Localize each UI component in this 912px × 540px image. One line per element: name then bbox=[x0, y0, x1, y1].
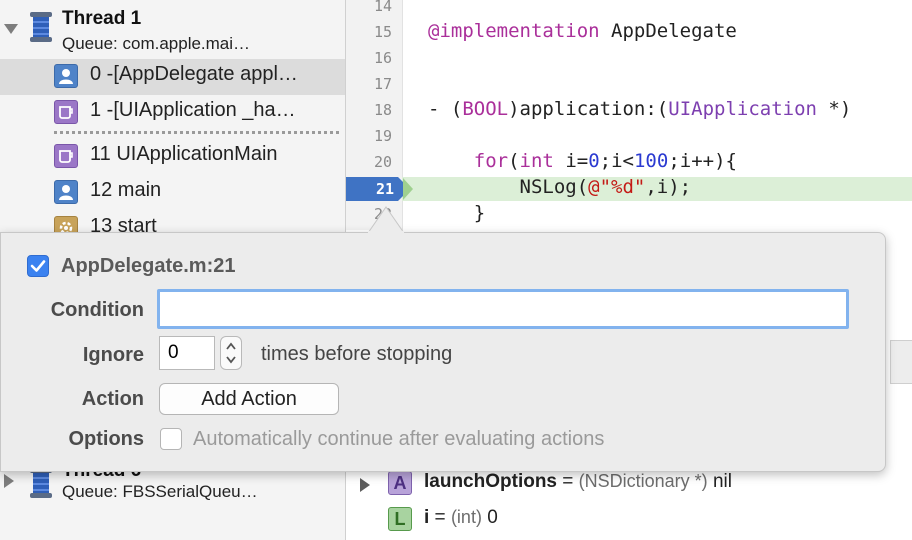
variable-value: 0 bbox=[481, 507, 498, 528]
variable-equals: = bbox=[557, 471, 579, 492]
line-number: 21 bbox=[375, 180, 394, 198]
checkmark-icon bbox=[30, 260, 46, 272]
user-code-icon bbox=[54, 64, 78, 88]
line-number: 16 bbox=[373, 49, 392, 67]
argument-badge-icon: A bbox=[388, 471, 412, 495]
thread-queue: Queue: com.apple.mai… bbox=[62, 34, 251, 53]
frame-label: 1 -[UIApplication _ha… bbox=[90, 99, 296, 121]
ignore-suffix-text: times before stopping bbox=[261, 343, 453, 365]
stack-frame-0[interactable]: 0 -[AppDelegate appl… bbox=[0, 59, 345, 95]
code-line-18[interactable]: - (BOOL)application:(UIApplication *) bbox=[428, 98, 851, 120]
auto-continue-label[interactable]: Automatically continue after evaluating … bbox=[193, 428, 604, 451]
add-action-button[interactable]: Add Action bbox=[159, 383, 339, 415]
line-number: 19 bbox=[373, 127, 392, 145]
thread-queue: Queue: FBSSerialQueu… bbox=[62, 482, 258, 501]
stack-frame-11[interactable]: 11 UIApplicationMain bbox=[0, 139, 345, 175]
variable-value: nil bbox=[707, 471, 732, 492]
code-line-22[interactable]: } bbox=[428, 202, 485, 224]
breakpoint-enabled-checkbox[interactable] bbox=[27, 255, 49, 277]
line-number: 15 bbox=[373, 23, 392, 41]
ignore-label: Ignore bbox=[82, 344, 144, 366]
code-line-20[interactable]: for(int i=0;i<100;i++){ bbox=[428, 150, 737, 172]
condition-label: Condition bbox=[50, 299, 144, 321]
frame-label: 12 main bbox=[90, 179, 162, 201]
variable-type: (NSDictionary *) bbox=[578, 471, 708, 491]
debug-bar-button[interactable] bbox=[890, 340, 912, 384]
disclosure-closed-icon[interactable] bbox=[4, 474, 14, 488]
stepper-arrows-icon bbox=[226, 342, 236, 364]
code-line-21[interactable]: NSLog(@"%d",i); bbox=[428, 176, 692, 198]
line-number: 20 bbox=[373, 153, 392, 171]
disclosure-open-icon[interactable] bbox=[4, 24, 18, 34]
breakpoint-location: AppDelegate.m:21 bbox=[61, 255, 236, 277]
stack-frame-1[interactable]: 1 -[UIApplication _ha… bbox=[0, 95, 345, 131]
stack-frame-12[interactable]: 12 main bbox=[0, 175, 345, 211]
disclosure-closed-icon[interactable] bbox=[360, 478, 370, 492]
popover-arrow-icon bbox=[368, 206, 404, 233]
line-number: 17 bbox=[373, 75, 392, 93]
collapsed-frames-divider[interactable] bbox=[54, 131, 339, 134]
local-badge-icon: L bbox=[388, 507, 412, 531]
auto-continue-checkbox[interactable] bbox=[160, 428, 182, 450]
thread-title: Thread 1 bbox=[62, 8, 142, 29]
action-label: Action bbox=[81, 388, 144, 410]
frame-label: 11 UIApplicationMain bbox=[90, 143, 278, 165]
line-number: 18 bbox=[373, 101, 392, 119]
line-number: 14 bbox=[373, 0, 392, 15]
breakpoint-editor-popover: AppDelegate.m:21 Condition Ignore times … bbox=[0, 232, 886, 472]
options-label: Options bbox=[68, 428, 144, 450]
variable-text: launchOptions = (NSDictionary *) nil bbox=[424, 471, 732, 493]
user-code-icon bbox=[54, 180, 78, 204]
variables-view: A launchOptions = (NSDictionary *) nil L… bbox=[346, 470, 912, 540]
variable-type: (int) bbox=[450, 507, 482, 527]
thread-spool-icon bbox=[30, 468, 52, 498]
frame-label: 0 -[AppDelegate appl… bbox=[90, 63, 298, 85]
breakpoint-marker[interactable]: 21 bbox=[346, 177, 410, 201]
framework-cup-icon bbox=[54, 144, 78, 168]
variable-equals: = bbox=[429, 507, 451, 528]
ignore-count-stepper[interactable] bbox=[220, 336, 242, 370]
code-line-15[interactable]: @implementation AppDelegate bbox=[428, 20, 737, 42]
variable-name: launchOptions bbox=[424, 471, 557, 492]
framework-cup-icon bbox=[54, 100, 78, 124]
thread-1-row[interactable]: Thread 1 Queue: com.apple.mai… bbox=[0, 0, 345, 56]
condition-input[interactable] bbox=[157, 289, 849, 329]
variable-text: i = (int) 0 bbox=[424, 507, 498, 529]
thread-spool-icon bbox=[30, 12, 52, 42]
ignore-count-input[interactable] bbox=[159, 336, 215, 370]
instruction-pointer-icon[interactable] bbox=[403, 178, 413, 200]
